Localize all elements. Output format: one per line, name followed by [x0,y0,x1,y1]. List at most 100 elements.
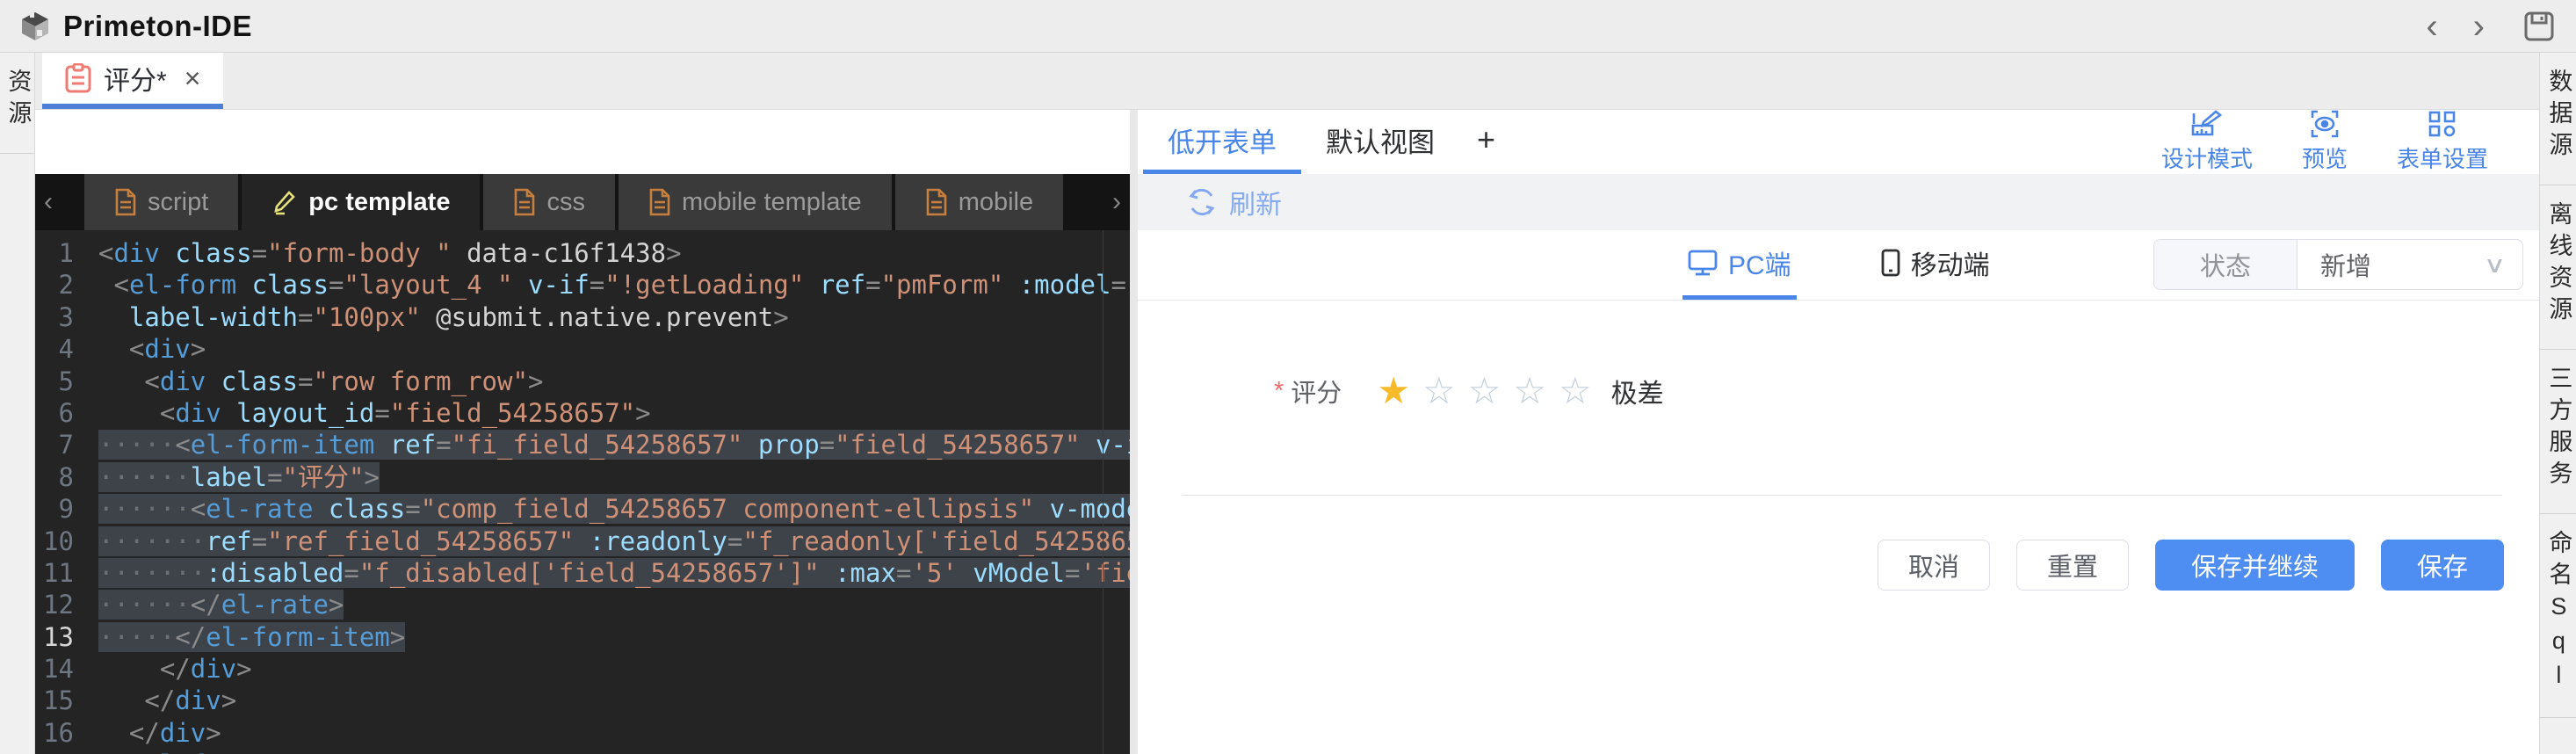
tab-scroll-right-icon[interactable]: › [1103,174,1130,230]
design-mode-label: 设计模式 [2160,146,2253,172]
tab-pc-label: PC端 [1728,251,1791,280]
design-mode-icon [2191,110,2223,136]
monitor-icon [1688,250,1718,276]
sidebar-item-label: 离线资源 [2545,201,2572,328]
document-tab-label: 评分* [104,67,167,96]
code-line: 16 </div> [35,717,1130,749]
code-line: 9 ······<el-rate class="comp_field_542586… [35,493,1130,525]
sidebar-item-resources[interactable]: 资源 [0,53,34,154]
code-line: 4 <div> [35,333,1130,365]
editor-tab-css[interactable]: css [483,174,615,230]
status-select-value: 新增 [2320,253,2372,281]
sidebar-item-datasource[interactable]: 数据源 [2540,53,2576,185]
refresh-button[interactable]: 刷新 [1187,183,1282,221]
chevron-down-icon: ∨ [2483,250,2507,278]
line-number: 2 [58,270,74,301]
form-settings-label: 表单设置 [2396,146,2488,172]
sidebar-item-label: 资源 [4,69,32,132]
star-empty-icon[interactable]: ☆ [1468,373,1501,410]
device-tab-row: PC端 移动端 状态 新增 ∨ [1138,230,2539,301]
view-tab-bar: 低开表单 默认视图 + 设计模式 预览 表单设置 [1138,110,2539,174]
sidebar-item-named-sql[interactable]: 命名Sql [2540,514,2576,718]
close-icon[interactable]: × [185,62,201,95]
line-number: 12 [43,590,74,620]
tab-pc-view[interactable]: PC端 [1682,230,1797,300]
required-mark: * [1274,376,1284,405]
line-number: 5 [58,366,74,396]
status-control: 状态 新增 ∨ [2153,239,2523,290]
phone-icon [1881,249,1900,277]
tab-mobile-view[interactable]: 移动端 [1876,230,1995,300]
panel-splitter[interactable] [1130,110,1138,754]
add-view-button[interactable]: + [1459,110,1513,174]
star-empty-icon[interactable]: ☆ [1513,373,1546,410]
app-window: Primeton-IDE ‹ › 资源 评分* × ‹ script pc te… [0,0,2576,754]
tab-default-view[interactable]: 默认视图 [1301,110,1459,174]
clipboard-icon [65,63,91,93]
form-preview-panel: 低开表单 默认视图 + 设计模式 预览 表单设置 刷新 PC端 移动端 状态 新… [1138,110,2539,754]
refresh-label: 刷新 [1229,191,1282,220]
code-line: 17 </el-form> [35,749,1130,754]
code-line: 5 <div class="row form_row"> [35,366,1130,397]
line-number: 7 [58,430,74,460]
design-mode-button[interactable]: 设计模式 [2137,110,2277,174]
tab-scroll-left-icon[interactable]: ‹ [35,174,62,230]
editor-panel: ‹ script pc template css mobile template mob… [35,110,1130,754]
preview-icon [2311,110,2339,138]
code-line: 7 ·····<el-form-item ref="fi_field_542586… [35,429,1130,460]
app-title: Primeton-IDE [63,9,253,42]
save-and-continue-button[interactable]: 保存并继续 [2154,540,2355,591]
code-area[interactable]: 1 <div class="form-body " data-c16f1438> 2… [35,230,1130,754]
tab-lowcode-form[interactable]: 低开表单 [1143,110,1301,174]
document-tab-rating[interactable]: 评分* × [42,53,224,109]
rating-stars[interactable]: ★ ☆ ☆ ☆ ☆ [1377,373,1591,410]
line-number: 13 [43,621,74,652]
star-empty-icon[interactable]: ☆ [1559,373,1592,410]
star-empty-icon[interactable]: ☆ [1422,373,1456,410]
preview-button[interactable]: 预览 [2277,110,2372,174]
code-line: 2 <el-form class="layout_4 " v-if="!getL… [35,269,1130,301]
form-divider [1182,495,2502,496]
editor-tab-bar: ‹ script pc template css mobile template mob… [35,174,1130,230]
form-canvas: * 评分 ★ ☆ ☆ ☆ ☆ 极差 取消 重置 保存并继续 保存 [1138,301,2539,754]
sidebar-item-offline-resources[interactable]: 离线资源 [2540,185,2576,350]
right-sidebar: 数据源 离线资源 三方服务 命名Sql [2539,53,2576,754]
line-number: 9 [58,494,74,525]
document-tab-strip: 评分* × [35,53,2539,110]
rating-text: 极差 [1610,380,1664,409]
form-actions: 取消 重置 保存并继续 保存 [1138,540,2539,591]
editor-tab-label: script [148,187,209,216]
refresh-icon [1189,188,1215,216]
reset-button[interactable]: 重置 [2015,540,2129,591]
sidebar-item-third-party-services[interactable]: 三方服务 [2540,350,2576,514]
line-number: 1 [58,238,74,268]
cancel-button[interactable]: 取消 [1877,540,1990,591]
editor-tab-label: pc template [308,187,451,216]
line-number: 16 [43,717,74,748]
sidebar-item-label: 三方服务 [2545,366,2572,492]
rating-field-label: 评分 [1291,380,1342,408]
line-number: 4 [58,334,74,365]
code-line: 12 ······</el-rate> [35,589,1130,620]
nav-back-icon[interactable]: ‹ [2408,4,2455,49]
code-line: 3 label-width="100px" @submit.native.pre… [35,301,1130,333]
line-number: 10 [43,526,74,556]
editor-tab-mobile-template[interactable]: mobile template [618,174,892,230]
status-select[interactable]: 新增 ∨ [2297,240,2522,289]
line-number: 11 [43,557,74,588]
editor-tab-script[interactable]: script [84,174,239,230]
left-sidebar: 资源 [0,53,35,754]
save-icon[interactable] [2522,9,2557,44]
editor-tab-mobile[interactable]: mobile [894,174,1064,230]
form-settings-icon [2428,111,2456,137]
editor-tab-pc-template[interactable]: pc template [242,174,481,230]
code-line: 15 </div> [35,685,1130,716]
preview-label: 预览 [2301,146,2348,172]
primeton-logo-icon [22,10,48,40]
save-button[interactable]: 保存 [2380,540,2504,591]
titlebar: Primeton-IDE ‹ › [0,0,2576,53]
star-filled-icon[interactable]: ★ [1377,373,1410,410]
nav-forward-icon[interactable]: › [2456,4,2502,49]
form-settings-button[interactable]: 表单设置 [2372,110,2513,174]
editor-tab-label: css [546,187,585,216]
